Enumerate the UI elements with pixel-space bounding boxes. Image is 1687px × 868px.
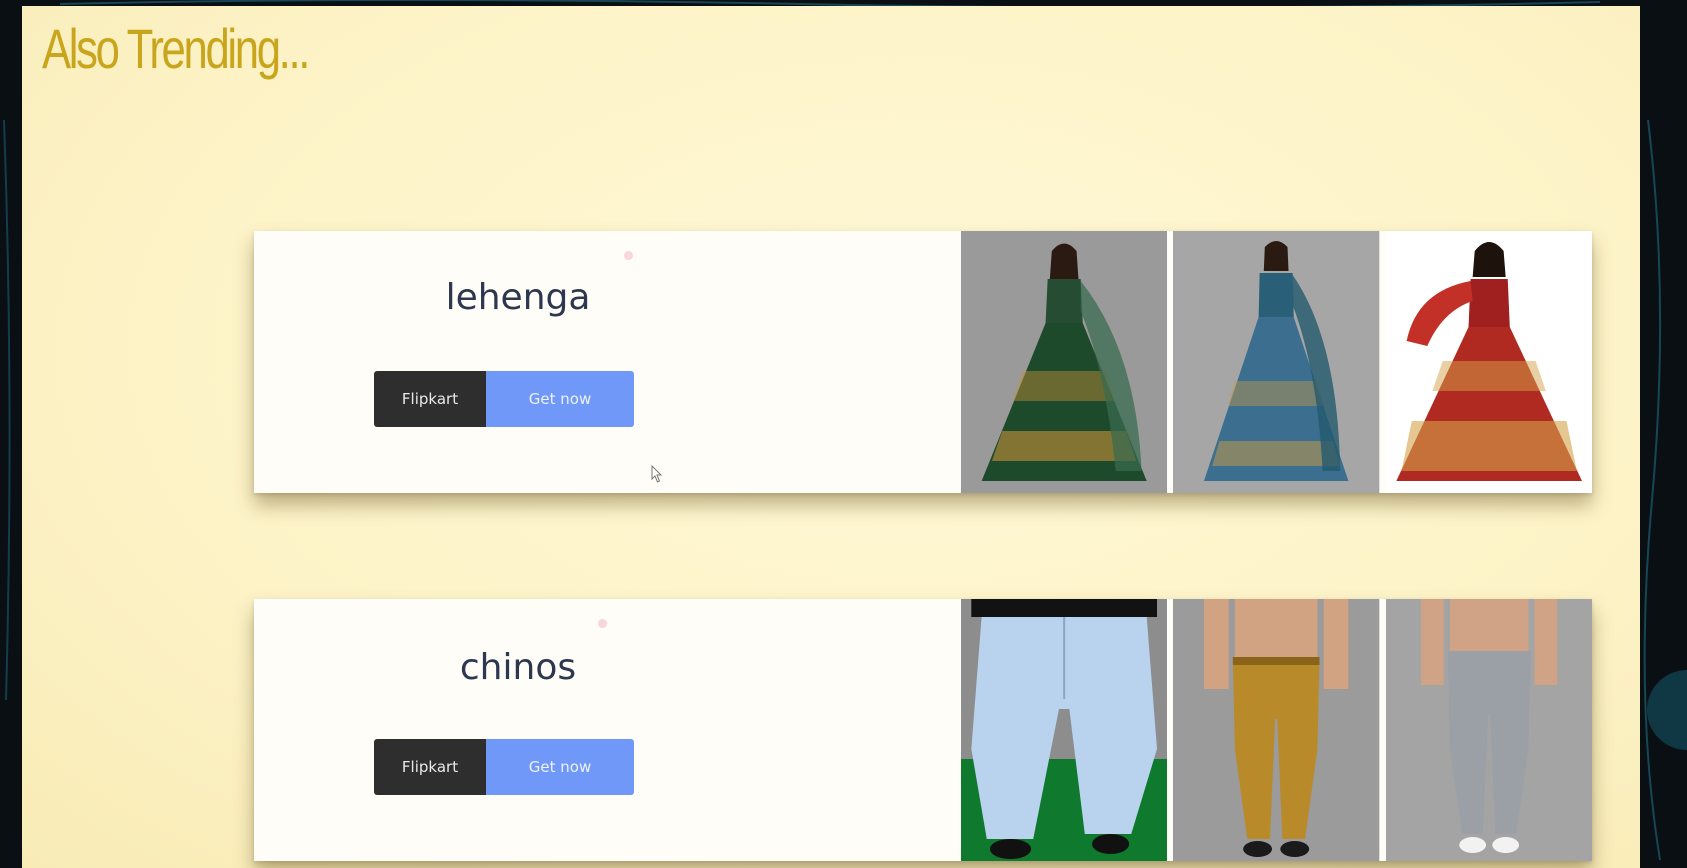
product-card-lehenga: lehenga Flipkart Get now [254, 231, 1592, 493]
product-images [961, 231, 1592, 493]
green-lehenga-image[interactable] [961, 231, 1168, 493]
decorative-dot [624, 251, 633, 260]
mustard-chinos-image[interactable] [1173, 599, 1380, 861]
flipkart-button[interactable]: Flipkart [374, 371, 486, 427]
flipkart-button[interactable]: Flipkart [374, 739, 486, 795]
section-title: Also Trending... [42, 17, 310, 80]
get-now-button[interactable]: Get now [486, 371, 634, 427]
trending-panel: Also Trending... lehenga Flipkart Get no… [22, 6, 1640, 868]
card-info: lehenga Flipkart Get now [254, 231, 961, 493]
mouse-cursor-icon [651, 465, 663, 483]
red-lehenga-image[interactable] [1385, 231, 1592, 493]
card-info: chinos Flipkart Get now [254, 599, 961, 861]
light-blue-chinos-image[interactable] [961, 599, 1168, 861]
blue-lehenga-image[interactable] [1173, 231, 1380, 493]
product-title: chinos [459, 647, 577, 688]
product-card-chinos: chinos Flipkart Get now [254, 599, 1592, 861]
product-title: lehenga [445, 277, 591, 318]
product-images [961, 599, 1592, 861]
buy-button-group: Flipkart Get now [374, 371, 634, 427]
decorative-dot [598, 619, 607, 628]
get-now-button[interactable]: Get now [486, 739, 634, 795]
grey-chinos-image[interactable] [1385, 599, 1592, 861]
buy-button-group: Flipkart Get now [374, 739, 634, 795]
